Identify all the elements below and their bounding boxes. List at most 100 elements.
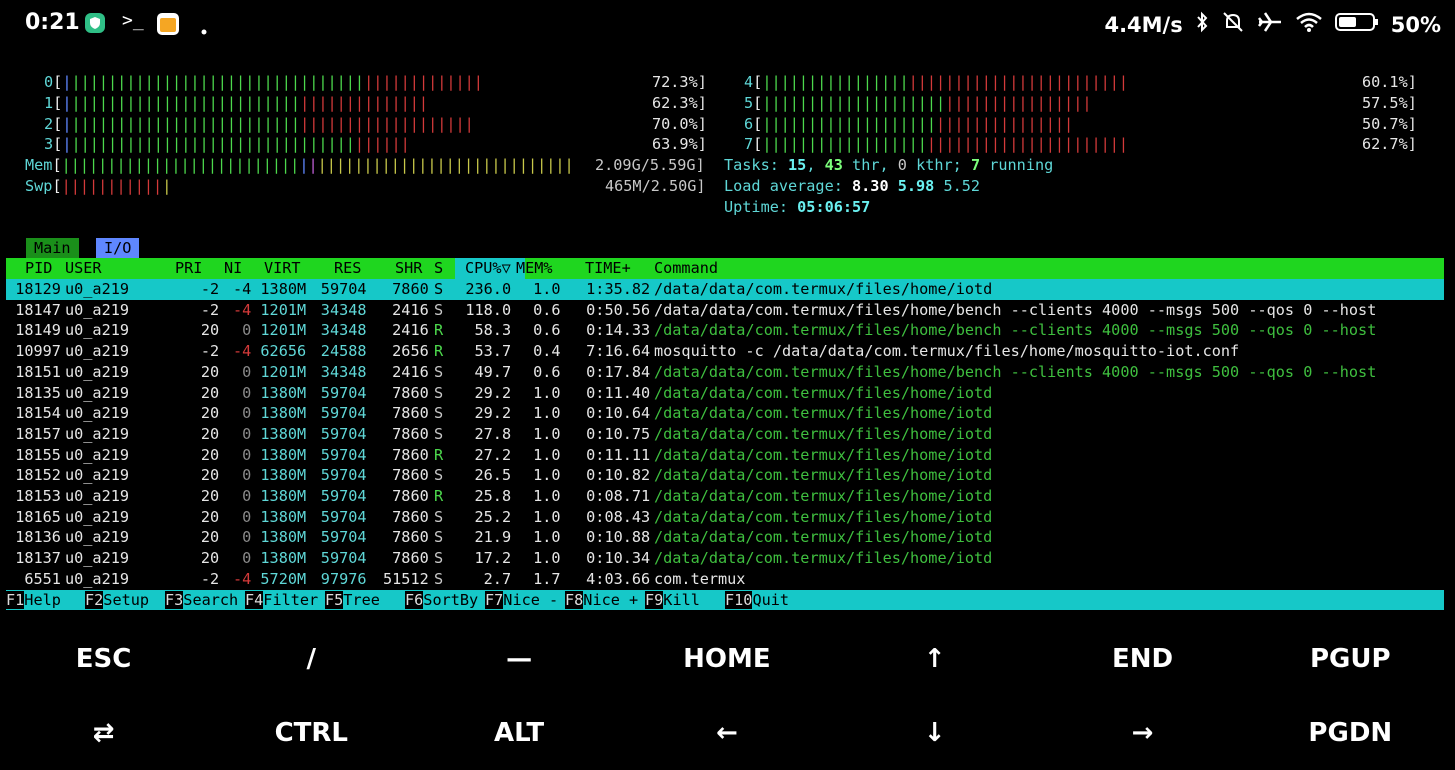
cell-pid: 18152 <box>15 466 61 485</box>
cell-s: S <box>434 404 444 423</box>
cell-mem: 1.7 <box>533 569 561 588</box>
cell-pid: 18165 <box>15 507 61 526</box>
cell-ni: 0 <box>242 424 252 443</box>
pgup-key[interactable]: PGUP <box>1247 622 1454 696</box>
fkey-f1[interactable]: F1Help <box>6 590 79 610</box>
ctrl-key[interactable]: CTRL <box>208 696 415 770</box>
cell-pid: 18157 <box>15 424 61 443</box>
tab-io[interactable]: I/O <box>96 238 140 258</box>
arrow-up-key[interactable]: ↑ <box>831 622 1038 696</box>
htop-terminal[interactable]: 0[||||||||||||||||||||||||||||||||||||||… <box>0 62 1455 622</box>
cell-user: u0_a219 <box>65 528 130 547</box>
load-average-line: Load average: 8.30 5.98 5.52 <box>724 177 981 195</box>
process-row[interactable]: 18157 u0_a219 20 0 1380M 59704 7860 S 27.8 1.0 0:1… <box>6 424 1444 445</box>
pgdn-key[interactable]: PGDN <box>1247 696 1454 770</box>
fkey-key: F3 <box>165 591 184 609</box>
airplane-icon <box>1257 10 1283 39</box>
process-row-selected[interactable]: 18129 u0_a219 -2 -4 1380M 59704 7860 S 236.0 1.0 1… <box>6 279 1444 300</box>
cell-time: 0:10.88 <box>586 528 651 547</box>
process-row[interactable]: 18152 u0_a219 20 0 1380M 59704 7860 S 26.5 1.0 0:1… <box>6 465 1444 486</box>
cell-ni: 0 <box>242 466 252 485</box>
fkey-label: Filter <box>263 591 319 609</box>
col-mem[interactable]: MEM% <box>516 258 553 279</box>
arrow-down-key[interactable]: ↓ <box>831 696 1038 770</box>
fkey-key: F10 <box>725 591 753 609</box>
fkey-f6[interactable]: F6SortBy <box>405 590 478 610</box>
process-row[interactable]: 18147 u0_a219 -2 -4 1201M 34348 2416 S 118.0 0.6 0… <box>6 300 1444 321</box>
cell-res: 34348 <box>320 300 367 319</box>
cell-cpu: 2.7 <box>483 569 512 588</box>
cell-cpu: 25.2 <box>474 507 512 526</box>
cell-virt: 1201M <box>260 362 307 381</box>
process-row[interactable]: 10997 u0_a219 -2 -4 62656 24588 2656 R 53.7 0.4 7:… <box>6 341 1444 362</box>
col-pri[interactable]: PRI <box>175 258 202 279</box>
cell-res: 24588 <box>320 342 367 361</box>
cell-virt: 1380M <box>260 549 307 568</box>
cell-ni: 0 <box>242 362 252 381</box>
fkey-f10[interactable]: F10Quit <box>725 590 789 610</box>
arrow-left-key[interactable]: ← <box>623 696 830 770</box>
arrow-right-key[interactable]: → <box>1039 696 1246 770</box>
fkey-f7[interactable]: F7Nice - <box>485 590 558 610</box>
col-res[interactable]: RES <box>334 258 361 279</box>
tab-key[interactable]: ⇄ <box>0 696 207 770</box>
col-command[interactable]: Command <box>654 258 718 279</box>
cell-res: 59704 <box>320 466 367 485</box>
col-time[interactable]: TIME+ <box>585 258 631 279</box>
end-key[interactable]: END <box>1039 622 1246 696</box>
process-row[interactable]: 18155 u0_a219 20 0 1380M 59704 7860 R 27.2 1.0 0:1… <box>6 445 1444 466</box>
slash-key[interactable]: / <box>208 622 415 696</box>
tab-main[interactable]: Main <box>26 238 79 258</box>
fkey-f2[interactable]: F2Setup <box>85 590 158 610</box>
cell-pri: 20 <box>200 424 220 443</box>
process-row[interactable]: 18136 u0_a219 20 0 1380M 59704 7860 S 21.9 1.0 0:1… <box>6 527 1444 548</box>
cell-pid: 18155 <box>15 445 61 464</box>
cell-s: S <box>434 507 444 526</box>
process-row[interactable]: 18165 u0_a219 20 0 1380M 59704 7860 S 25.2 1.0 0:0… <box>6 507 1444 528</box>
cell-mem: 1.0 <box>533 383 561 402</box>
cell-virt: 1380M <box>260 383 307 402</box>
process-row[interactable]: 18154 u0_a219 20 0 1380M 59704 7860 S 29.2 1.0 0:1… <box>6 403 1444 424</box>
cell-mem: 1.0 <box>533 528 561 547</box>
cell-user: u0_a219 <box>65 362 130 381</box>
alt-key[interactable]: ALT <box>416 696 623 770</box>
fkey-f5[interactable]: F5Tree <box>325 590 398 610</box>
esc-key[interactable]: ESC <box>0 622 207 696</box>
terminal-icon: >_ <box>122 10 144 31</box>
col-state[interactable]: S <box>434 258 443 279</box>
process-row[interactable]: 18135 u0_a219 20 0 1380M 59704 7860 S 29.2 1.0 0:1… <box>6 383 1444 404</box>
process-row[interactable]: 6551 u0_a219 -2 -4 5720M 97976 51512 S 2.7 1.7 4:0… <box>6 569 1444 590</box>
fkey-f9[interactable]: F9Kill <box>645 590 718 610</box>
cell-ni: 0 <box>242 528 252 547</box>
fkey-label: Kill <box>663 591 719 609</box>
process-row[interactable]: 18153 u0_a219 20 0 1380M 59704 7860 R 25.8 1.0 0:0… <box>6 486 1444 507</box>
cell-time: 7:16.64 <box>586 342 651 361</box>
cpu-percent-4: 60.1%] <box>1362 73 1417 91</box>
process-row[interactable]: 18151 u0_a219 20 0 1201M 34348 2416 S 49.7 0.6 0:1… <box>6 362 1444 383</box>
col-cpu-sorted[interactable]: CPU%▽ <box>455 258 525 279</box>
cell-pri: 20 <box>200 549 220 568</box>
col-user[interactable]: USER <box>65 258 102 279</box>
cell-virt: 5720M <box>260 569 307 588</box>
process-row[interactable]: 18137 u0_a219 20 0 1380M 59704 7860 S 17.2 1.0 0:1… <box>6 548 1444 569</box>
cell-pid: 10997 <box>15 342 61 361</box>
cell-mem: 1.0 <box>533 466 561 485</box>
col-pid[interactable]: PID <box>25 258 52 279</box>
process-row[interactable]: 18149 u0_a219 20 0 1201M 34348 2416 R 58.3 0.6 0:1… <box>6 320 1444 341</box>
home-key[interactable]: HOME <box>623 622 830 696</box>
dash-key[interactable]: — <box>416 622 623 696</box>
col-virt[interactable]: VIRT <box>264 258 301 279</box>
col-shr[interactable]: SHR <box>395 258 422 279</box>
fkey-f8[interactable]: F8Nice + <box>565 590 638 610</box>
cell-s: S <box>434 300 444 319</box>
cell-time: 0:08.43 <box>586 507 651 526</box>
cell-virt: 1380M <box>260 404 307 423</box>
sort-desc-icon: ▽ <box>501 259 511 277</box>
function-key-bar: F1Help F2Setup F3Search F4Filter F5Tree F6… <box>6 590 1444 610</box>
cell-cpu: 53.7 <box>474 342 512 361</box>
fkey-f3[interactable]: F3Search <box>165 590 238 610</box>
cell-pri: -2 <box>200 280 220 298</box>
fkey-f4[interactable]: F4Filter <box>245 590 318 610</box>
cell-res: 59704 <box>320 445 367 464</box>
col-ni[interactable]: NI <box>224 258 242 279</box>
